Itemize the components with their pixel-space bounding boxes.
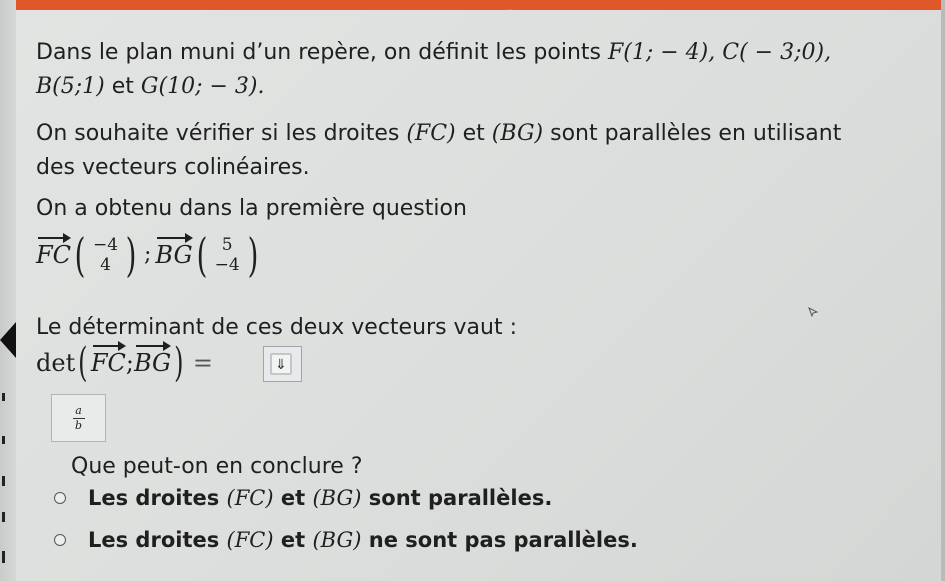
conclusion-question: Que peut-on en conclure ? bbox=[71, 454, 363, 479]
left-tick bbox=[2, 436, 5, 444]
first-result-vectors: FC ( −4 4 ) ; BG ( 5 −4 ) bbox=[36, 230, 262, 280]
point-G: G(10; − 3). bbox=[140, 74, 265, 99]
det-vector-FC: FC bbox=[90, 341, 126, 377]
intro-line-1: Dans le plan muni d’un repère, on défini… bbox=[36, 40, 832, 65]
option-not-parallel-radio[interactable] bbox=[54, 534, 66, 546]
vector-FC: FC bbox=[36, 233, 72, 269]
vector-BG: BG bbox=[155, 233, 193, 269]
left-edge bbox=[0, 0, 16, 581]
option-parallel-label[interactable]: Les droites (FC) et (BG) sont parallèles… bbox=[88, 484, 552, 512]
vector-BG-coords: ( 5 −4 ) bbox=[196, 228, 259, 282]
intro-line-2: B(5;1) et G(10; − 3). bbox=[36, 74, 265, 99]
first-result-label: On a obtenu dans la première question bbox=[36, 196, 467, 221]
left-tick bbox=[2, 393, 5, 401]
option-not-parallel-label[interactable]: Les droites (FC) et (BG) ne sont pas par… bbox=[88, 526, 638, 554]
mouse-cursor-icon bbox=[808, 307, 818, 317]
left-tick bbox=[2, 512, 5, 522]
question-line-1: On souhaite vérifier si les droites (FC)… bbox=[36, 121, 842, 146]
determinant-expression: det ( FC ; BG ) = bbox=[36, 340, 213, 386]
right-edge bbox=[941, 0, 945, 581]
left-tick bbox=[2, 551, 5, 563]
determinant-answer-input[interactable]: ⇓ bbox=[263, 346, 302, 382]
determinant-label: Le déterminant de ces deux vecteurs vaut… bbox=[36, 315, 518, 340]
det-vector-BG: BG bbox=[133, 341, 172, 377]
fraction-button[interactable]: a b bbox=[51, 394, 106, 442]
question-line-2: des vecteurs colinéaires. bbox=[36, 155, 310, 180]
point-C: C( − 3;0), bbox=[722, 40, 832, 65]
left-arrow-marker bbox=[0, 322, 16, 358]
point-B: B(5;1) bbox=[36, 74, 105, 99]
keyboard-toggle-icon[interactable]: ⇓ bbox=[270, 353, 292, 375]
point-F: F(1; − 4), bbox=[608, 40, 716, 65]
vector-FC-coords: ( −4 4 ) bbox=[74, 228, 137, 282]
option-parallel-radio[interactable] bbox=[54, 492, 66, 504]
left-tick bbox=[2, 476, 5, 486]
